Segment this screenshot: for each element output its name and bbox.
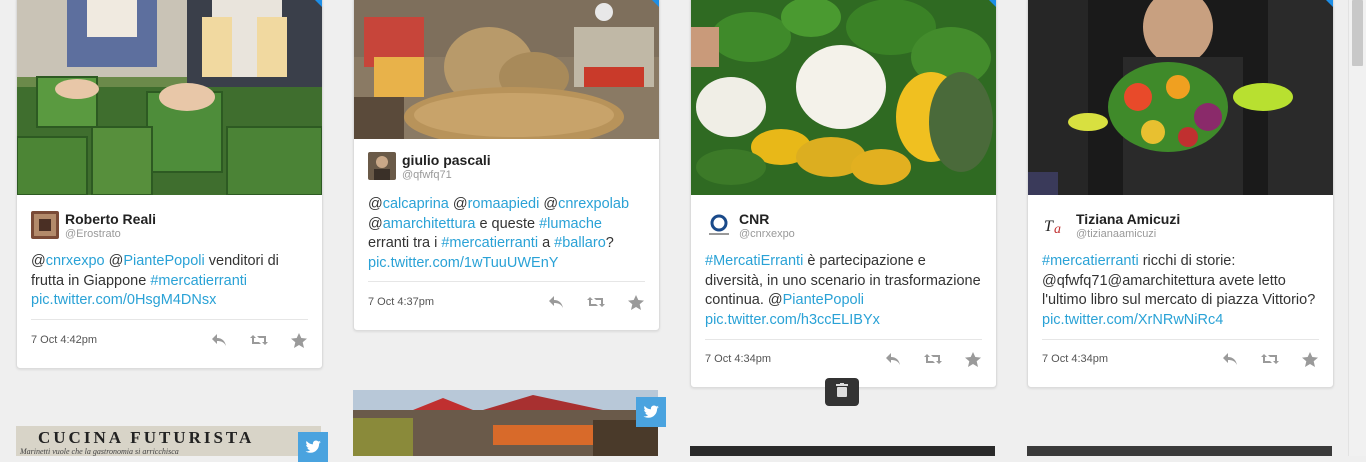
tweet-footer: 7 Oct 4:42pm — [31, 330, 308, 350]
avatar — [31, 211, 59, 239]
tweet-text-fragment: @ — [539, 196, 559, 212]
tweet-text-fragment: @ — [448, 196, 468, 212]
author-name: Roberto Reali — [65, 211, 157, 227]
author-name: CNR — [739, 211, 770, 227]
tweet-photo-watermelons[interactable] — [17, 0, 322, 195]
tweet-author[interactable]: giulio pascali @qfwfq71 — [368, 152, 491, 182]
tweet-author[interactable]: Ta Tiziana Amicuzi @tizianaamicuzi — [1042, 211, 1180, 241]
tweet-divider — [368, 281, 645, 282]
tweet-footer: 7 Oct 4:37pm — [368, 292, 645, 312]
tweet-link[interactable]: #mercatierranti — [150, 273, 247, 289]
tweet-card: giulio pascali @qfwfq71 @calcaprina @rom… — [353, 0, 660, 331]
tweet-footer: 7 Oct 4:34pm — [1042, 349, 1319, 369]
reply-icon[interactable] — [1221, 351, 1239, 367]
tweet-author[interactable]: CNR @cnrxexpo — [705, 211, 795, 241]
author-handle: @cnrxexpo — [739, 228, 795, 240]
tweet-photo-vegetables[interactable] — [691, 0, 996, 195]
book-subtitle: Marinetti vuole che la gastronomia si ar… — [20, 447, 179, 456]
scrollbar-thumb[interactable] — [1352, 0, 1363, 66]
tweet-photo-book-page[interactable]: CUCINA FUTURISTA Marinetti vuole che la … — [16, 426, 321, 456]
tweet-link[interactable]: #mercatierranti — [1042, 253, 1139, 269]
vertical-scrollbar[interactable] — [1348, 0, 1366, 456]
tweet-link[interactable]: calcaprina — [383, 196, 449, 212]
retweet-icon[interactable] — [924, 351, 942, 367]
tweet-card: Roberto Reali @Erostrato @cnrxexpo @Pian… — [16, 0, 323, 369]
tweet-corner-marker — [1323, 0, 1333, 7]
tweet-corner-marker — [986, 0, 996, 7]
avatar — [368, 152, 396, 180]
tweet-text-fragment: @ — [104, 253, 124, 269]
reply-icon[interactable] — [884, 351, 902, 367]
tweet-photo-market-stalls[interactable] — [353, 390, 658, 456]
tweet-divider — [1042, 339, 1319, 340]
tweet-link[interactable]: #ballaro — [554, 235, 606, 251]
author-handle: @tizianaamicuzi — [1076, 228, 1157, 240]
tweet-time[interactable]: 7 Oct 4:34pm — [1042, 353, 1199, 365]
tweet-divider — [31, 319, 308, 320]
star-icon[interactable] — [627, 294, 645, 310]
tweet-link[interactable]: cnrxexpo — [46, 253, 105, 269]
retweet-icon[interactable] — [587, 294, 605, 310]
tweet-link[interactable]: PiantePopoli — [123, 253, 204, 269]
tweet-text: @calcaprina @romaapiedi @cnrexpolab @ama… — [368, 195, 645, 273]
author-handle: @qfwfq71 — [402, 169, 452, 181]
author-name: giulio pascali — [402, 152, 491, 168]
tweet-photo-vegetable-bouquet[interactable] — [1028, 0, 1333, 195]
tweet-author[interactable]: Roberto Reali @Erostrato — [31, 211, 156, 241]
retweet-icon[interactable] — [250, 332, 268, 348]
tweet-text: @cnrxexpo @PiantePopoli venditori di fru… — [31, 252, 308, 311]
author-handle: @Erostrato — [65, 228, 121, 240]
twitter-bird-icon — [636, 397, 666, 427]
tweet-link[interactable]: romaapiedi — [468, 196, 540, 212]
tweet-text-fragment: @ — [368, 196, 383, 212]
tweet-text: #mercatierranti ricchi di storie: @qfwfq… — [1042, 252, 1319, 330]
tweet-divider — [705, 339, 982, 340]
tweet-photo-partial[interactable] — [1027, 446, 1332, 456]
tweet-time[interactable]: 7 Oct 4:34pm — [705, 353, 862, 365]
tweet-link[interactable]: PiantePopoli — [783, 292, 864, 308]
svg-text:T: T — [1044, 218, 1054, 235]
tweet-text-fragment: e queste — [475, 215, 540, 232]
tweet-text-fragment: a — [538, 235, 555, 251]
star-icon[interactable] — [964, 351, 982, 367]
tweet-time[interactable]: 7 Oct 4:37pm — [368, 296, 525, 308]
tweet-text-fragment: ? — [605, 235, 614, 251]
tweet-text-fragment: @ — [31, 253, 46, 269]
retweet-icon[interactable] — [1261, 351, 1279, 367]
tweet-photo-partial[interactable] — [690, 446, 995, 456]
star-icon[interactable] — [290, 332, 308, 348]
tweet-card: CNR @cnrxexpo #MercatiErranti è partecip… — [690, 0, 997, 388]
avatar — [705, 211, 733, 239]
book-title: CUCINA FUTURISTA — [38, 428, 255, 447]
svg-text:a: a — [1054, 222, 1061, 237]
tweet-link[interactable]: #mercatierranti — [441, 235, 538, 251]
avatar: Ta — [1042, 211, 1070, 239]
tweet-link[interactable]: pic.twitter.com/0HsgM4DNsx — [31, 292, 216, 308]
trash-icon — [836, 382, 848, 402]
tweet-time[interactable]: 7 Oct 4:42pm — [31, 334, 188, 346]
tweet-link[interactable]: amarchitettura — [383, 216, 476, 232]
tweet-link[interactable]: #lumache — [539, 216, 602, 232]
tweet-footer: 7 Oct 4:34pm — [705, 349, 982, 369]
author-name: Tiziana Amicuzi — [1076, 211, 1181, 227]
tweet-link[interactable]: #MercatiErranti — [705, 253, 803, 269]
tweet-link[interactable]: pic.twitter.com/1wTuuUWEnY — [368, 255, 558, 271]
tweet-photo-market-snails[interactable] — [354, 0, 659, 139]
reply-icon[interactable] — [210, 332, 228, 348]
twitter-bird-icon — [298, 432, 328, 462]
tweet-link[interactable]: cnrexpolab — [558, 196, 629, 212]
reply-icon[interactable] — [547, 294, 565, 310]
delete-button[interactable] — [825, 378, 859, 406]
tweet-card: Ta Tiziana Amicuzi @tizianaamicuzi #merc… — [1027, 0, 1334, 388]
star-icon[interactable] — [1301, 351, 1319, 367]
tweet-link[interactable]: pic.twitter.com/XrNRwNiRc4 — [1042, 312, 1223, 328]
tweet-text-fragment: erranti tra i — [368, 235, 442, 251]
tweet-link[interactable]: pic.twitter.com/h3ccELIBYx — [705, 312, 880, 328]
tweet-text-fragment: @ — [368, 215, 383, 232]
tweet-corner-marker — [312, 0, 322, 7]
tweet-text: #MercatiErranti è partecipazione e diver… — [705, 252, 982, 330]
tweet-corner-marker — [649, 0, 659, 7]
